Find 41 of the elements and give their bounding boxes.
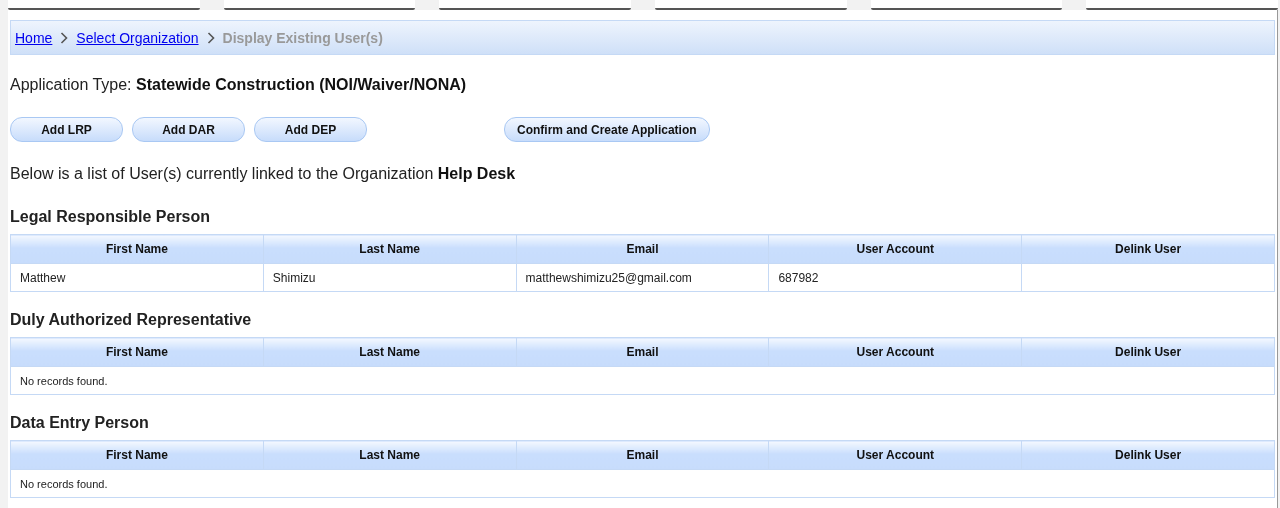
add-button[interactable]: Add LRP bbox=[10, 117, 123, 142]
column-header: First Name bbox=[10, 440, 264, 470]
tab-edge[interactable] bbox=[870, 0, 1063, 10]
chevron-icon bbox=[60, 31, 69, 44]
add-button[interactable]: Add DAR bbox=[132, 117, 245, 142]
breadcrumb-link[interactable]: Home bbox=[15, 29, 53, 46]
column-header: Last Name bbox=[263, 440, 517, 470]
table-cell: matthewshimizu25@gmail.com bbox=[516, 263, 769, 292]
empty-message: No records found. bbox=[10, 469, 1275, 498]
column-header: Delink User bbox=[1021, 440, 1275, 470]
table-cell: Matthew bbox=[10, 263, 264, 292]
column-header: Email bbox=[516, 234, 769, 264]
breadcrumb-current: Display Existing User(s) bbox=[222, 29, 383, 46]
column-header: First Name bbox=[10, 234, 264, 264]
column-header: Last Name bbox=[263, 337, 517, 367]
section-heading: Legal Responsible Person bbox=[10, 207, 212, 227]
table-cell: 687982 bbox=[768, 263, 1022, 292]
intro-text: Below is a list of User(s) currently linked to the Organization Help Desk bbox=[10, 164, 517, 184]
breadcrumb-link[interactable]: Select Organization bbox=[76, 29, 199, 46]
table-cell: Shimizu bbox=[263, 263, 517, 292]
confirm-button[interactable]: Confirm and Create Application bbox=[504, 117, 710, 142]
section-heading: Duly Authorized Representative bbox=[10, 310, 253, 330]
empty-message: No records found. bbox=[10, 366, 1275, 395]
tab-edge[interactable] bbox=[439, 0, 631, 10]
tab-edge[interactable] bbox=[8, 0, 200, 10]
column-header: User Account bbox=[768, 440, 1022, 470]
tab-edge[interactable] bbox=[655, 0, 847, 10]
column-header: Email bbox=[516, 440, 769, 470]
column-header: Delink User bbox=[1021, 337, 1275, 367]
tab-edge[interactable] bbox=[223, 0, 416, 10]
column-header: User Account bbox=[768, 234, 1022, 264]
add-button[interactable]: Add DEP bbox=[254, 117, 367, 142]
tab-edge[interactable] bbox=[1086, 0, 1279, 10]
application-type-text: Application Type: Statewide Construction (NOI/Waiver/NONA) bbox=[10, 75, 468, 95]
column-header: First Name bbox=[10, 337, 264, 367]
column-header: User Account bbox=[768, 337, 1022, 367]
column-header: Email bbox=[516, 337, 769, 367]
chevron-icon bbox=[206, 31, 215, 44]
column-header: Last Name bbox=[263, 234, 517, 264]
column-header: Delink User bbox=[1021, 234, 1275, 264]
section-heading: Data Entry Person bbox=[10, 413, 150, 433]
